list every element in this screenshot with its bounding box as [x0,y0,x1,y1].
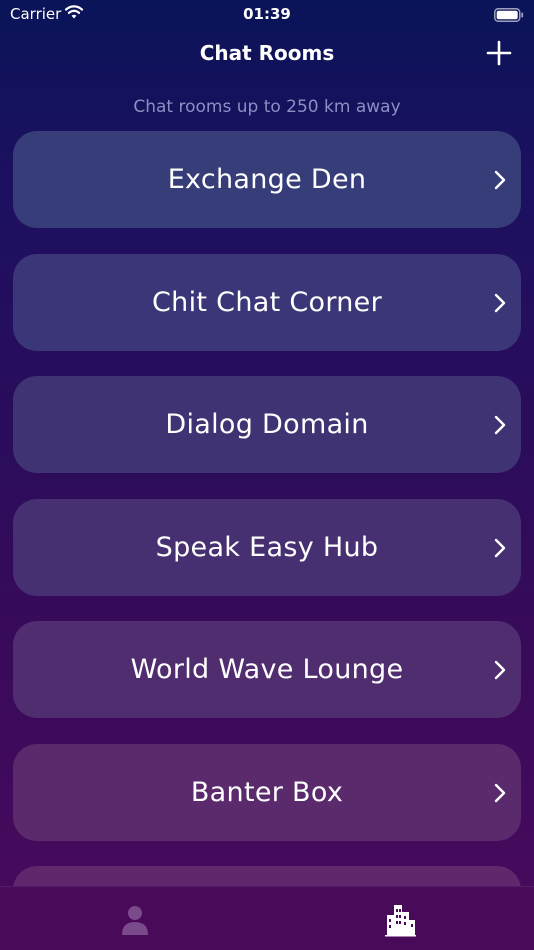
page-title: Chat Rooms [199,41,335,65]
room-card-speak-easy-hub[interactable]: Speak Easy Hub [13,498,521,596]
room-name: Banter Box [190,776,344,808]
chevron-right-icon [494,415,506,435]
room-list: Exchange Den Chit Chat Corner Dialog Dom… [13,131,521,950]
chevron-right-icon [494,170,506,190]
chevron-right-icon [494,783,506,802]
chevron-right-icon [494,293,506,312]
person-icon [122,906,148,935]
add-room-button[interactable] [486,40,512,66]
city-icon [385,905,416,937]
tab-bar [0,886,534,950]
room-card-dialog-domain[interactable]: Dialog Domain [13,376,521,473]
clock: 01:39 [243,5,291,23]
room-name: Dialog Domain [165,409,369,440]
room-name: Exchange Den [167,164,367,195]
tab-profile[interactable] [118,903,152,937]
status-bar: Carrier 01:39 [0,0,534,28]
chevron-right-icon [494,660,506,680]
room-name: Speak Easy Hub [155,531,379,563]
chevron-right-icon [494,538,506,557]
room-card-banter-box[interactable]: Banter Box [13,743,521,841]
room-name: Chit Chat Corner [152,286,382,318]
room-card-exchange-den[interactable]: Exchange Den [13,131,521,228]
room-card-chit-chat-corner[interactable]: Chit Chat Corner [13,253,521,351]
room-name: World Wave Lounge [130,654,404,685]
distance-subtitle: Chat rooms up to 250 km away [133,97,401,117]
plus-icon [486,40,512,66]
battery-icon [494,7,524,26]
tab-rooms[interactable] [383,903,417,937]
room-card-world-wave-lounge[interactable]: World Wave Lounge [13,621,521,718]
